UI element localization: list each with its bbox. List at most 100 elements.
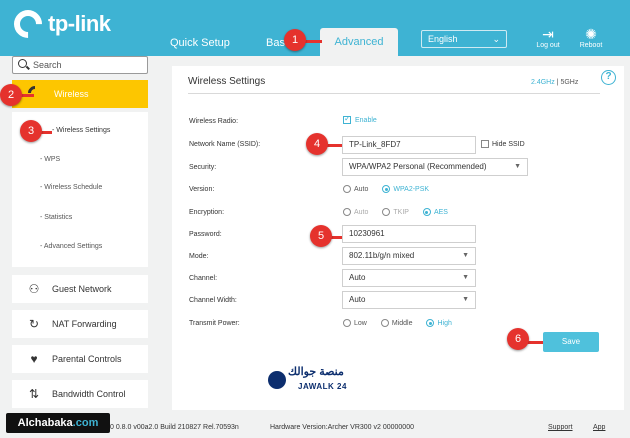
channel-value: Auto — [349, 273, 366, 282]
chevron-down-icon: ▼ — [462, 274, 469, 281]
app-link[interactable]: App — [593, 424, 605, 431]
brand-name: tp-link — [48, 11, 111, 36]
logo-ring-icon — [8, 4, 48, 44]
guest-icon: ⚇ — [28, 282, 40, 296]
radio-icon — [343, 319, 351, 327]
tx-middle-radio[interactable]: Middle — [380, 319, 413, 327]
label-password: Password: — [189, 231, 222, 238]
submenu-wireless-schedule[interactable]: - Wireless Schedule — [40, 184, 102, 191]
radio-icon — [343, 185, 351, 193]
radio-label: High — [437, 319, 452, 327]
checkbox-checked-icon — [343, 114, 351, 124]
label-transmit-power: Transmit Power: — [189, 320, 240, 327]
step-badge-2: 2 — [0, 84, 22, 106]
tab-advanced[interactable]: Advanced — [320, 28, 398, 56]
save-button[interactable]: Save — [543, 332, 599, 352]
radio-selected-icon — [382, 185, 391, 193]
language-select[interactable]: English ⌄ — [421, 30, 507, 48]
password-field[interactable]: 10230961 — [342, 225, 476, 243]
radio-label: Auto — [354, 185, 369, 193]
enc-aes-radio[interactable]: AES — [422, 208, 448, 216]
tx-high-radio[interactable]: High — [426, 319, 452, 327]
enable-checkbox[interactable]: Enable — [343, 114, 377, 124]
step-badge-6: 6 — [507, 328, 529, 350]
sidebar-item-bandwidth-control[interactable]: ⇅ Bandwidth Control — [12, 380, 148, 408]
alchabaka-watermark: Alchabaka.com — [6, 413, 110, 433]
hide-ssid-label: Hide SSID — [492, 140, 525, 148]
channel-width-value: Auto — [349, 295, 366, 304]
checkbox-icon — [481, 140, 489, 148]
reboot-button[interactable]: ✺ Reboot — [573, 26, 609, 49]
radio-icon — [343, 208, 351, 216]
submenu-advanced-settings[interactable]: - Advanced Settings — [40, 243, 102, 250]
watermark-logo-icon — [268, 371, 286, 389]
sidebar-item-guest-network[interactable]: ⚇ Guest Network — [12, 275, 148, 303]
submenu-statistics[interactable]: - Statistics — [40, 214, 72, 221]
watermark-domain: .com — [72, 417, 99, 429]
label-version: Version: — [189, 186, 215, 193]
logout-icon: ⇥ — [542, 26, 554, 42]
watermark-text: Alchabaka — [17, 417, 73, 429]
updown-arrows-icon: ⇅ — [28, 387, 40, 401]
radio-selected-icon — [426, 319, 435, 327]
chevron-down-icon: ▼ — [514, 163, 521, 170]
radio-label: AES — [433, 208, 448, 216]
label-channel-width: Channel Width: — [189, 297, 237, 304]
support-link[interactable]: Support — [548, 424, 573, 431]
sidebar-item-nat-forwarding[interactable]: ↻ NAT Forwarding — [12, 310, 148, 338]
tab-basic[interactable]: Bas — [266, 37, 285, 49]
sidebar-item-label: Wireless — [54, 89, 89, 99]
label-ssid: Network Name (SSID): — [189, 141, 261, 148]
enc-tkip-radio[interactable]: TKIP — [382, 208, 409, 216]
channel-width-select[interactable]: Auto ▼ — [342, 291, 476, 309]
radio-label: TKIP — [393, 208, 409, 216]
label-wireless-radio: Wireless Radio: — [189, 118, 239, 125]
wifi-icon — [25, 83, 45, 103]
step-badge-1: 1 — [284, 29, 306, 51]
reboot-label: Reboot — [579, 42, 603, 49]
step-2-arrow — [20, 94, 34, 97]
watermark-arabic: منصة جوالك — [288, 366, 344, 378]
sidebar-item-label: Bandwidth Control — [52, 389, 126, 399]
enable-label: Enable — [355, 116, 377, 124]
version-wpa2-radio[interactable]: WPA2-PSK — [382, 185, 429, 193]
tx-low-radio[interactable]: Low — [343, 319, 367, 327]
watermark-english: JAWALK 24 — [298, 382, 347, 391]
sidebar-item-label: Guest Network — [52, 284, 112, 294]
radio-icon — [380, 319, 389, 327]
jawalk-watermark: منصة جوالك JAWALK 24 — [268, 365, 380, 395]
language-value: English — [428, 34, 458, 44]
ssid-field[interactable]: TP-Link_8FD7 — [342, 136, 476, 154]
band-switcher: 2.4GHz | 5GHz — [531, 79, 578, 86]
band-24ghz-link[interactable]: 2.4GHz — [531, 79, 555, 86]
channel-select[interactable]: Auto ▼ — [342, 269, 476, 287]
mode-value: 802.11b/g/n mixed — [349, 251, 415, 260]
version-auto-radio[interactable]: Auto — [343, 185, 368, 193]
security-select[interactable]: WPA/WPA2 Personal (Recommended) ▼ — [342, 158, 528, 176]
hide-ssid-checkbox[interactable]: Hide SSID — [481, 140, 525, 148]
enc-auto-radio[interactable]: Auto — [343, 208, 368, 216]
step-4-arrow — [326, 144, 342, 147]
mode-select[interactable]: 802.11b/g/n mixed ▼ — [342, 247, 476, 265]
band-separator: | — [556, 79, 559, 86]
help-icon[interactable]: ? — [601, 70, 616, 85]
radio-label: WPA2-PSK — [393, 185, 430, 193]
search-input[interactable]: Search — [12, 56, 148, 74]
tab-quick-setup[interactable]: Quick Setup — [170, 37, 230, 49]
step-badge-5: 5 — [310, 225, 332, 247]
divider — [188, 93, 600, 94]
band-5ghz-link[interactable]: 5GHz — [560, 79, 578, 86]
sidebar-item-label: NAT Forwarding — [52, 319, 117, 329]
radio-label: Middle — [391, 319, 413, 327]
firmware-version: 0 0.8.0 v00a2.0 Build 210827 Rel.70593n — [110, 424, 239, 431]
page-title: Wireless Settings — [188, 76, 266, 87]
submenu-wireless-settings[interactable]: - Wireless Settings — [52, 127, 110, 134]
sidebar-item-label: Parental Controls — [52, 354, 122, 364]
search-icon — [18, 59, 27, 68]
search-placeholder: Search — [33, 60, 62, 70]
chevron-down-icon: ▼ — [462, 296, 469, 303]
step-badge-4: 4 — [306, 133, 328, 155]
logout-button[interactable]: ⇥ Log out — [530, 26, 566, 49]
submenu-wps[interactable]: - WPS — [40, 156, 60, 163]
sidebar-item-parental-controls[interactable]: ♥ Parental Controls — [12, 345, 148, 373]
